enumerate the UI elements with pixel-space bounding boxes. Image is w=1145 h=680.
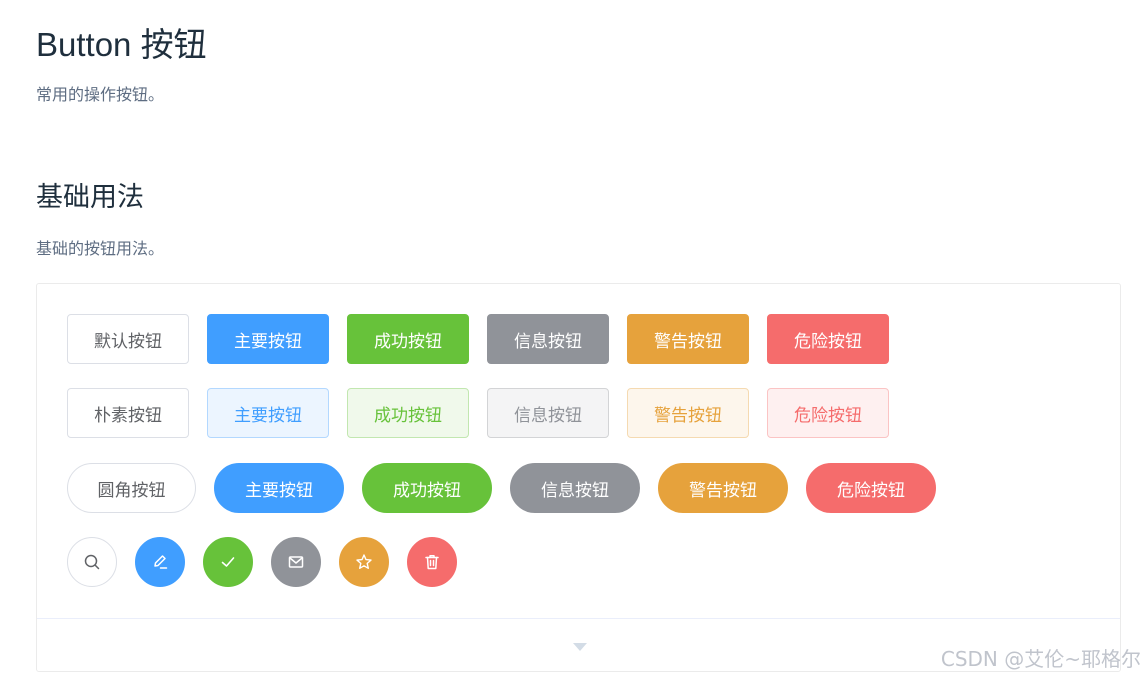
round-warning-button[interactable]: 警告按钮 [658, 463, 788, 513]
round-success-button[interactable]: 成功按钮 [362, 463, 492, 513]
message-icon [288, 556, 304, 568]
danger-button[interactable]: 危险按钮 [767, 314, 889, 364]
circle-buttons-row [67, 537, 475, 587]
default-buttons-row: 默认按钮 主要按钮 成功按钮 信息按钮 警告按钮 危险按钮 [67, 314, 907, 364]
plain-primary-button[interactable]: 主要按钮 [207, 388, 329, 438]
star-icon [356, 554, 372, 570]
caret-down-icon [573, 643, 587, 651]
edit-icon [154, 555, 168, 569]
round-buttons-row: 圆角按钮 主要按钮 成功按钮 信息按钮 警告按钮 危险按钮 [67, 463, 954, 513]
delete-icon [425, 555, 439, 570]
round-danger-button[interactable]: 危险按钮 [806, 463, 936, 513]
circle-search-button[interactable] [67, 537, 117, 587]
section-title: 基础用法 [36, 182, 144, 212]
primary-button[interactable]: 主要按钮 [207, 314, 329, 364]
round-default-button[interactable]: 圆角按钮 [67, 463, 196, 513]
page-description: 常用的操作按钮。 [36, 87, 165, 104]
circle-delete-button[interactable] [407, 537, 457, 587]
watermark: CSDN @艾伦~耶格尔 [940, 647, 1141, 671]
circle-check-button[interactable] [203, 537, 253, 587]
search-icon [84, 554, 100, 570]
plain-success-button[interactable]: 成功按钮 [347, 388, 469, 438]
info-button[interactable]: 信息按钮 [487, 314, 609, 364]
demo-source: 默认按钮 主要按钮 成功按钮 信息按钮 警告按钮 危险按钮 朴素按钮 主要按钮 … [37, 284, 1120, 618]
check-icon [221, 557, 235, 567]
circle-star-button[interactable] [339, 537, 389, 587]
section-description: 基础的按钮用法。 [36, 241, 165, 258]
plain-buttons-row: 朴素按钮 主要按钮 成功按钮 信息按钮 警告按钮 危险按钮 [67, 388, 907, 438]
round-info-button[interactable]: 信息按钮 [510, 463, 640, 513]
default-button[interactable]: 默认按钮 [67, 314, 189, 364]
plain-danger-button[interactable]: 危险按钮 [767, 388, 889, 438]
demo-block: 默认按钮 主要按钮 成功按钮 信息按钮 警告按钮 危险按钮 朴素按钮 主要按钮 … [36, 283, 1121, 672]
warning-button[interactable]: 警告按钮 [627, 314, 749, 364]
plain-info-button[interactable]: 信息按钮 [487, 388, 609, 438]
circle-message-button[interactable] [271, 537, 321, 587]
round-primary-button[interactable]: 主要按钮 [214, 463, 344, 513]
plain-warning-button[interactable]: 警告按钮 [627, 388, 749, 438]
success-button[interactable]: 成功按钮 [347, 314, 469, 364]
plain-default-button[interactable]: 朴素按钮 [67, 388, 189, 438]
circle-edit-button[interactable] [135, 537, 185, 587]
page-title: Button 按钮 [36, 26, 207, 63]
page: Button 按钮 常用的操作按钮。 基础用法 基础的按钮用法。 默认按钮 主要… [0, 0, 1145, 680]
